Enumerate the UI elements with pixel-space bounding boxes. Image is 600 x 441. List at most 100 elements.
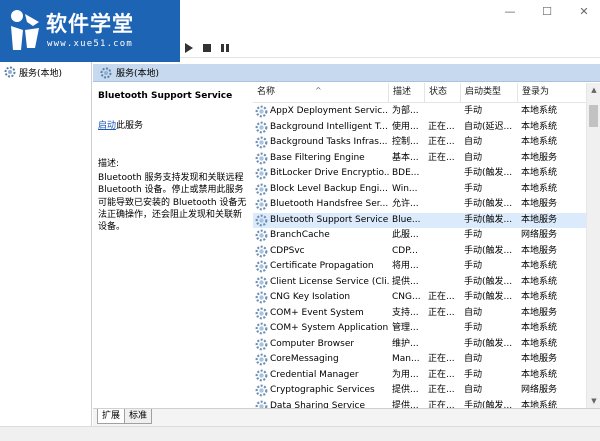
cell-logon-as: 本地服务 (521, 354, 558, 364)
service-name: Background Intelligent T... (270, 121, 388, 132)
cell-name: Client License Service (Cli... (253, 275, 389, 291)
service-name: Bluetooth Handsfree Ser... (270, 199, 389, 209)
table-row[interactable]: Certificate Propagation 将用... 手动 本地系统 (253, 259, 586, 275)
column-header-description[interactable]: 描述 (389, 83, 425, 103)
watermark-logo: 软件学堂 www.xue51.com (0, 0, 180, 62)
table-row[interactable]: COM+ System Application 管理... 手动 本地系统 (253, 321, 586, 337)
pause-icon[interactable] (218, 41, 232, 55)
pane-header-title: 服务(本地) (116, 69, 160, 79)
cell-logon-as: 本地系统 (521, 276, 558, 287)
cell-startup-type: 手动(触发... (464, 338, 513, 349)
cell-description: 管理... (392, 323, 419, 333)
cell-logon-as: 本地系统 (521, 106, 558, 116)
cell-status: 正在... (428, 385, 455, 395)
service-name: CNG Key Isolation (270, 292, 351, 302)
cell-status: 正在... (428, 121, 455, 132)
tab-extended[interactable]: 扩展 (97, 409, 126, 424)
cell-status (425, 197, 461, 213)
cell-logon-as: 本地服务 (521, 214, 558, 225)
cell-name: COM+ Event System (253, 306, 389, 322)
cell-status: 正在... (428, 354, 455, 364)
cell-name: COM+ System Application (253, 321, 389, 337)
cell-status: 正在... (428, 292, 455, 302)
table-row[interactable]: CNG Key Isolation CNG... 正在... 手动(触发... 本地系统 (253, 290, 586, 306)
start-link-suffix: 此服务 (116, 121, 144, 131)
cell-startup-type: 手动(触发... (464, 199, 513, 209)
cell-name: Block Level Backup Engi... (253, 182, 389, 198)
service-name: Computer Browser (270, 338, 355, 349)
service-name: COM+ Event System (270, 307, 364, 318)
table-row[interactable]: COM+ Event System 支持... 正在... 自动 本地服务 (253, 306, 586, 322)
tree-item-services-local[interactable]: 服务(本地) (4, 65, 62, 79)
play-icon[interactable] (182, 41, 196, 55)
service-title: Bluetooth Support Service (98, 91, 233, 101)
cell-logon-as: 本地系统 (521, 183, 558, 194)
service-name: Credential Manager (270, 369, 359, 380)
cell-description: 为部... (392, 106, 419, 116)
service-name: COM+ System Application (270, 323, 389, 333)
table-row[interactable]: BranchCache 此服... 手动 网络服务 (253, 228, 586, 244)
table-header: 名称 ^ 描述 状态 启动类型 登录为 (253, 83, 586, 103)
table-row[interactable]: Block Level Backup Engi... Win... 手动 本地系统 (253, 182, 586, 198)
cell-status (425, 337, 461, 353)
minimize-button[interactable]: — (498, 4, 522, 20)
vertical-scrollbar[interactable]: ▲ ▼ (586, 83, 600, 408)
cell-status (425, 259, 461, 275)
cell-description: CDP... (392, 245, 418, 256)
table-row[interactable]: CoreMessaging Man... 正在... 自动 本地服务 (253, 352, 586, 368)
table-row[interactable]: Client License Service (Cli... 提供... 手动(触发… (253, 275, 586, 291)
cell-logon-as: 本地服务 (521, 245, 558, 256)
column-header-name[interactable]: 名称 ^ (253, 83, 389, 103)
cell-description: 提供... (392, 400, 419, 409)
table-row[interactable]: Background Intelligent T... 使用... 正在... 自动(… (253, 120, 586, 136)
service-gear-icon (255, 369, 268, 382)
cell-startup-type: 自动 (464, 152, 483, 163)
cell-description: 为用... (392, 369, 419, 380)
cell-status (425, 104, 461, 120)
description-label: 描述: (98, 159, 120, 169)
table-row[interactable]: AppX Deployment Servic... 为部... 手动 本地系统 (253, 104, 586, 120)
cell-startup-type: 手动 (464, 183, 483, 194)
table-row[interactable]: Bluetooth Support Service Blue... 手动(触发...… (253, 212, 586, 228)
table-row[interactable]: Background Tasks Infras... 控制... 正在... 自动 本地… (253, 135, 586, 151)
cell-status: 正在... (428, 369, 455, 380)
sort-ascending-icon: ^ (315, 86, 322, 95)
table-row[interactable]: Computer Browser 维护... 手动(触发... 本地系统 (253, 337, 586, 353)
service-name: BitLocker Drive Encryptio... (270, 168, 389, 178)
cell-status: 正在... (428, 307, 455, 318)
service-gear-icon (255, 291, 268, 304)
stop-icon[interactable] (200, 41, 214, 55)
start-service-link[interactable]: 启动 (98, 121, 116, 131)
service-gear-icon (255, 276, 268, 289)
service-name: Block Level Backup Engi... (270, 183, 388, 194)
close-button[interactable]: ✕ (572, 4, 596, 20)
table-row[interactable]: Data Sharing Service 提供... 正在... 手动(触发... 本地… (253, 399, 586, 409)
cell-logon-as: 本地系统 (521, 338, 558, 349)
cell-logon-as: 本地服务 (521, 152, 558, 163)
cell-description: 将用... (392, 261, 419, 271)
cell-logon-as: 本地系统 (521, 121, 558, 132)
gear-icon (100, 67, 112, 78)
table-row[interactable]: Bluetooth Handsfree Ser... 允许... 手动(触发... 本… (253, 197, 586, 213)
cell-logon-as: 本地服务 (521, 307, 558, 318)
table-row[interactable]: Cryptographic Services 提供... 正在... 自动 网络服务 (253, 383, 586, 399)
cell-startup-type: 手动(触发... (464, 245, 513, 256)
cell-name: CDPSvc (253, 244, 389, 260)
scroll-down-arrow-icon[interactable]: ▼ (587, 394, 600, 408)
service-gear-icon (255, 229, 268, 242)
tab-standard[interactable]: 标准 (124, 409, 153, 424)
column-header-startup-type[interactable]: 启动类型 (461, 83, 518, 103)
service-name: Certificate Propagation (270, 261, 374, 271)
scroll-thumb[interactable] (589, 105, 598, 127)
cell-logon-as: 本地系统 (521, 292, 558, 302)
cell-name: Background Intelligent T... (253, 120, 389, 136)
table-row[interactable]: BitLocker Drive Encryptio... BDE... 手动(触发.… (253, 166, 586, 182)
service-gear-icon (255, 152, 268, 165)
column-header-logon-as[interactable]: 登录为 (518, 83, 586, 103)
scroll-up-arrow-icon[interactable]: ▲ (587, 83, 600, 97)
column-header-status[interactable]: 状态 (425, 83, 461, 103)
table-row[interactable]: Credential Manager 为用... 正在... 手动 本地系统 (253, 368, 586, 384)
table-row[interactable]: CDPSvc CDP... 手动(触发... 本地服务 (253, 244, 586, 260)
table-row[interactable]: Base Filtering Engine 基本... 正在... 自动 本地服务 (253, 151, 586, 167)
maximize-button[interactable]: ☐ (535, 4, 559, 20)
